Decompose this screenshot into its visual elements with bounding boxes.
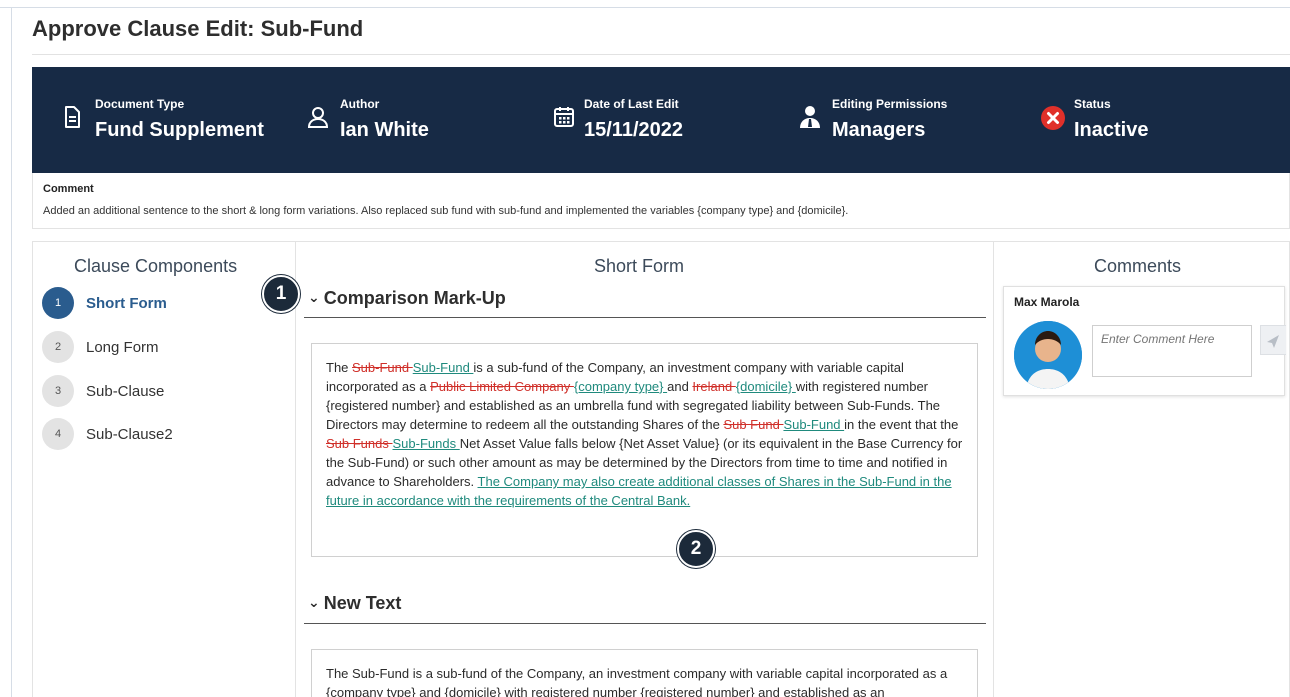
- step-long-form[interactable]: 2 Long Form: [42, 331, 282, 363]
- deleted-text: Sub-Fund: [352, 360, 413, 375]
- step-label: Sub-Clause: [86, 383, 165, 400]
- inserted-text: Sub-Funds: [392, 436, 460, 451]
- document-type-value: Fund Supplement: [95, 119, 264, 141]
- step-number: 3: [42, 375, 74, 407]
- callout-marker-2: 2: [677, 530, 715, 568]
- document-type-label: Document Type: [95, 97, 185, 111]
- user-icon: [307, 107, 329, 128]
- new-text-heading: New Text: [323, 593, 402, 613]
- edit-comment-box: Comment Added an additional sentence to …: [32, 173, 1290, 229]
- step-number: 1: [42, 287, 74, 319]
- commenter-name: Max Marola: [1014, 295, 1080, 309]
- step-number: 2: [42, 331, 74, 363]
- status-error-icon: [1041, 106, 1065, 130]
- page-title: Approve Clause Edit: Sub-Fund: [32, 16, 364, 41]
- date-of-last-edit-label: Date of Last Edit: [584, 97, 679, 111]
- status-value: Inactive: [1074, 119, 1149, 141]
- title-divider: [32, 54, 1290, 55]
- inserted-text: {domicile}: [735, 379, 796, 394]
- step-sub-clause[interactable]: 3 Sub-Clause: [42, 375, 282, 407]
- send-comment-button[interactable]: [1260, 325, 1286, 355]
- step-label: Long Form: [86, 339, 159, 356]
- comment-card: Max Marola: [1003, 286, 1286, 396]
- avatar-image: [1014, 321, 1082, 389]
- unchanged-text: The: [326, 360, 353, 375]
- unchanged-text: in the event that the: [844, 417, 959, 432]
- chevron-down-icon: ⌄: [308, 289, 320, 305]
- comparison-markup-text: The Sub-Fund Sub-Fund is a sub-fund of t…: [311, 343, 978, 557]
- step-label: Sub-Clause2: [86, 426, 173, 443]
- deleted-text: Public Limited Company: [430, 379, 574, 394]
- window-top-edge: [0, 0, 1290, 8]
- deleted-text: Sub Fund: [723, 417, 784, 432]
- inserted-text: Sub-Fund: [412, 360, 474, 375]
- section-divider: [304, 317, 986, 318]
- inserted-text: Sub-Fund: [783, 417, 845, 432]
- edit-comment-text: Added an additional sentence to the shor…: [43, 205, 849, 217]
- edit-comment-label: Comment: [43, 183, 94, 195]
- short-form-title: Short Form: [594, 256, 685, 276]
- column-divider-right: [993, 241, 994, 697]
- date-of-last-edit-value: 15/11/2022: [584, 119, 683, 141]
- window-left-edge: [0, 8, 12, 697]
- chevron-down-icon: ⌄: [308, 594, 320, 610]
- step-number: 4: [42, 418, 74, 450]
- inserted-text: {company type}: [573, 379, 668, 394]
- section-divider: [304, 623, 986, 624]
- author-value: Ian White: [340, 119, 429, 141]
- editing-permissions-label: Editing Permissions: [832, 97, 948, 111]
- step-short-form[interactable]: 1 Short Form: [42, 287, 282, 319]
- comments-title: Comments: [1094, 256, 1182, 276]
- deleted-text: Ireland: [692, 379, 736, 394]
- step-sub-clause2[interactable]: 4 Sub-Clause2: [42, 418, 282, 450]
- status-label: Status: [1074, 97, 1111, 111]
- calendar-icon: [554, 107, 574, 127]
- deleted-text: Sub Funds: [326, 436, 393, 451]
- comparison-markup-heading: Comparison Mark-Up: [323, 288, 506, 308]
- new-text-toggle[interactable]: ⌄ New Text: [308, 593, 401, 614]
- editing-permissions-value: Managers: [832, 119, 926, 141]
- document-info-banner: Document Type Fund Supplement Author Ian…: [32, 67, 1290, 173]
- unchanged-text: and: [667, 379, 693, 394]
- manager-icon: [800, 106, 820, 128]
- callout-marker-1: 1: [262, 275, 300, 313]
- comparison-markup-toggle[interactable]: ⌄ Comparison Mark-Up: [308, 288, 506, 309]
- document-icon: [65, 106, 80, 128]
- author-label: Author: [340, 97, 380, 111]
- step-label: Short Form: [86, 295, 167, 312]
- clause-components-title: Clause Components: [74, 256, 238, 276]
- comment-input[interactable]: [1092, 325, 1252, 377]
- send-icon: [1267, 335, 1279, 348]
- new-text-content: The Sub-Fund is a sub-fund of the Compan…: [311, 649, 978, 697]
- avatar: [1014, 321, 1082, 389]
- column-divider-left: [295, 241, 296, 697]
